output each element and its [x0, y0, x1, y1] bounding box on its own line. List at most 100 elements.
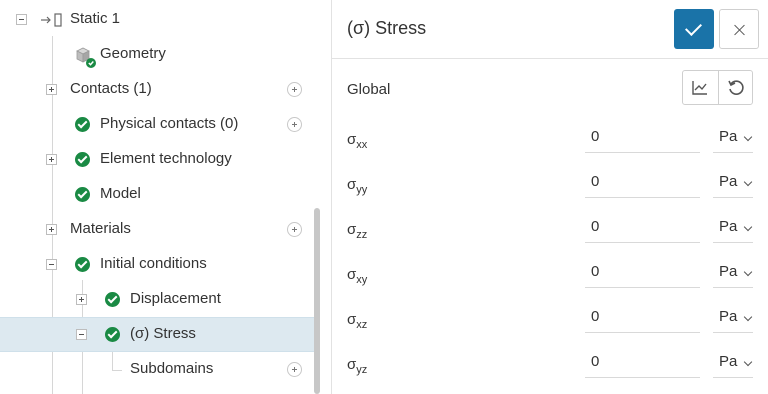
unit-label: Pa — [719, 128, 738, 145]
value-input[interactable]: 0 — [585, 123, 700, 153]
unit-select[interactable]: Pa — [713, 258, 753, 288]
unit-label: Pa — [719, 173, 738, 190]
chevron-down-icon — [743, 222, 753, 232]
expand-icon[interactable] — [46, 84, 57, 95]
unit-label: Pa — [719, 218, 738, 235]
unit-select[interactable]: Pa — [713, 348, 753, 378]
tree-item-subdomains[interactable]: Subdomains — [0, 352, 316, 387]
subscript: zz — [356, 229, 368, 241]
panel-title: (σ) Stress — [347, 18, 427, 38]
tree-item-label: Model — [100, 185, 141, 202]
tree-item-physical-contacts[interactable]: Physical contacts (0) — [0, 107, 316, 142]
expand-icon[interactable] — [76, 294, 87, 305]
value-input[interactable]: 0 — [585, 168, 700, 198]
value-input[interactable]: 0 — [585, 348, 700, 378]
tree-item-label: Static 1 — [70, 10, 121, 27]
expand-icon[interactable] — [46, 154, 57, 165]
field-row-sigma-xx: σxx 0 Pa — [332, 123, 768, 168]
tree-item-label: Element technology — [100, 150, 232, 167]
field-label: σyz — [347, 356, 367, 376]
tree-item-initial-conditions[interactable]: Initial conditions — [0, 247, 316, 282]
value-input[interactable]: 0 — [585, 213, 700, 243]
tool-divider — [718, 71, 719, 104]
collapse-icon[interactable] — [16, 14, 27, 25]
symbol: σ — [347, 266, 357, 283]
subscript: xz — [356, 319, 368, 331]
symbol: σ — [347, 176, 357, 193]
panel-header: (σ) Stress — [332, 0, 768, 59]
symbol: σ — [347, 311, 357, 328]
static-analysis-icon — [41, 13, 62, 27]
field-label: σxz — [347, 311, 367, 331]
subscript: yy — [356, 184, 368, 196]
tree-item-static-1[interactable]: Static 1 — [0, 2, 316, 37]
unit-label: Pa — [719, 263, 738, 280]
unit-select[interactable]: Pa — [713, 303, 753, 333]
tree-item-label: Initial conditions — [100, 255, 207, 272]
symbol: σ — [347, 221, 357, 238]
collapse-icon[interactable] — [76, 329, 87, 340]
add-material-button[interactable] — [287, 222, 302, 237]
check-circle-icon — [75, 187, 90, 202]
tree-item-contacts[interactable]: Contacts (1) — [0, 72, 316, 107]
confirm-button[interactable] — [674, 9, 714, 49]
tree-item-label: Subdomains — [130, 360, 214, 377]
field-row-sigma-xy: σxy 0 Pa — [332, 258, 768, 303]
tree-item-materials[interactable]: Materials — [0, 212, 316, 247]
value-input[interactable]: 0 — [585, 258, 700, 288]
check-circle-icon — [105, 292, 120, 307]
field-row-sigma-yz: σyz 0 Pa — [332, 348, 768, 393]
chevron-down-icon — [743, 267, 753, 277]
tree-item-label: (σ) Stress — [130, 325, 196, 342]
panel-tool-group — [682, 70, 753, 105]
field-label: σxy — [347, 266, 367, 286]
chevron-down-icon — [743, 357, 753, 367]
field-row-sigma-yy: σyy 0 Pa — [332, 168, 768, 213]
tree-item-label: Physical contacts (0) — [100, 115, 239, 132]
unit-select[interactable]: Pa — [713, 123, 753, 153]
subscript: xx — [356, 139, 368, 151]
chevron-down-icon — [743, 177, 753, 187]
subscript: xy — [356, 274, 368, 286]
section-label-global: Global — [347, 81, 391, 98]
property-panel: (σ) Stress Global σxx 0 Pa σyy 0 Pa σzz … — [331, 0, 768, 394]
reset-icon[interactable] — [726, 78, 746, 98]
field-label: σzz — [347, 221, 367, 241]
expand-icon[interactable] — [46, 224, 57, 235]
symbol: σ — [347, 131, 357, 148]
add-subdomain-button[interactable] — [287, 362, 302, 377]
symbol: σ — [347, 356, 357, 373]
tree-item-label: Geometry — [100, 45, 166, 62]
unit-label: Pa — [719, 308, 738, 325]
tree-item-label: Contacts (1) — [70, 80, 152, 97]
chart-icon[interactable] — [690, 78, 710, 98]
tree-item-label: Materials — [70, 220, 131, 237]
tree-item-displacement[interactable]: Displacement — [0, 282, 316, 317]
tree-item-label: Displacement — [130, 290, 221, 307]
collapse-icon[interactable] — [46, 259, 57, 270]
check-circle-icon — [75, 152, 90, 167]
unit-select[interactable]: Pa — [713, 168, 753, 198]
field-label: σyy — [347, 176, 367, 196]
simulation-tree: Static 1 Geometry Contacts (1) Physical … — [0, 0, 322, 394]
tree-scrollbar[interactable] — [314, 208, 320, 394]
tree-item-model[interactable]: Model — [0, 177, 316, 212]
add-contact-button[interactable] — [287, 82, 302, 97]
subscript: yz — [356, 364, 368, 376]
geometry-icon — [76, 47, 96, 68]
tree-item-element-technology[interactable]: Element technology — [0, 142, 316, 177]
check-circle-icon — [75, 117, 90, 132]
tree-item-stress[interactable]: (σ) Stress — [0, 317, 316, 352]
tree-item-geometry[interactable]: Geometry — [0, 37, 316, 72]
check-circle-icon — [75, 257, 90, 272]
value-input[interactable]: 0 — [585, 303, 700, 333]
chevron-down-icon — [743, 132, 753, 142]
unit-select[interactable]: Pa — [713, 213, 753, 243]
add-physical-contact-button[interactable] — [287, 117, 302, 132]
close-button[interactable] — [719, 9, 759, 49]
check-circle-icon — [105, 327, 120, 342]
unit-label: Pa — [719, 353, 738, 370]
field-row-sigma-xz: σxz 0 Pa — [332, 303, 768, 348]
field-label: σxx — [347, 131, 367, 151]
chevron-down-icon — [743, 312, 753, 322]
